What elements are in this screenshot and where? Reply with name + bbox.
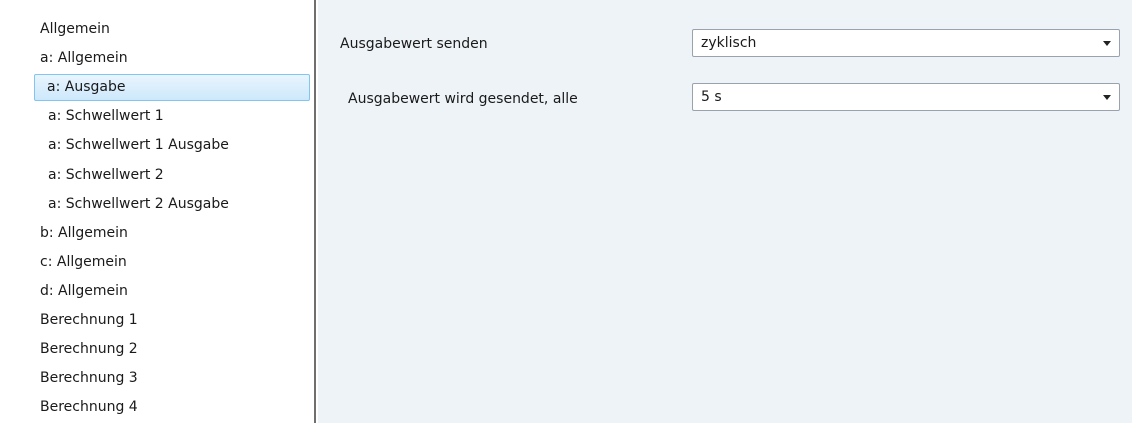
param-select-sendeintervall[interactable]: 5 s [692, 83, 1120, 111]
tree-item-a-schwellwert-2[interactable]: a: Schwellwert 2 [0, 162, 312, 188]
tree-item-a-schwellwert-1[interactable]: a: Schwellwert 1 [0, 103, 312, 129]
parameter-tree: Allgemein a: Allgemein a: Ausgabe a: Sch… [0, 0, 312, 423]
tree-item-b-allgemein[interactable]: b: Allgemein [0, 220, 312, 246]
splitter-bar [314, 0, 316, 423]
tree-item-a-schwellwert-1-ausgabe[interactable]: a: Schwellwert 1 Ausgabe [0, 132, 312, 158]
tree-item-a-ausgabe[interactable]: a: Ausgabe [34, 74, 310, 102]
param-label-ausgabewert-senden: Ausgabewert senden [340, 36, 488, 52]
select-value: 5 s [701, 89, 722, 105]
tree-item-berechnung-3[interactable]: Berechnung 3 [0, 365, 312, 391]
tree-item-c-allgemein[interactable]: c: Allgemein [0, 249, 312, 275]
tree-item-berechnung-4[interactable]: Berechnung 4 [0, 394, 312, 420]
tree-item-d-allgemein[interactable]: d: Allgemein [0, 278, 312, 304]
parameter-panel: Ausgabewert senden zyklisch Ausgabewert … [318, 0, 1132, 423]
select-value: zyklisch [701, 35, 757, 51]
dropdown-arrow-icon [1103, 95, 1111, 100]
dropdown-arrow-icon [1103, 41, 1111, 46]
tree-item-a-schwellwert-2-ausgabe[interactable]: a: Schwellwert 2 Ausgabe [0, 191, 312, 217]
param-select-ausgabewert-senden[interactable]: zyklisch [692, 29, 1120, 57]
tree-item-berechnung-2[interactable]: Berechnung 2 [0, 336, 312, 362]
tree-item-a-allgemein[interactable]: a: Allgemein [0, 45, 312, 71]
tree-item-berechnung-1[interactable]: Berechnung 1 [0, 307, 312, 333]
param-label-sendeintervall: Ausgabewert wird gesendet, alle [348, 91, 578, 107]
tree-item-allgemein[interactable]: Allgemein [0, 16, 312, 42]
